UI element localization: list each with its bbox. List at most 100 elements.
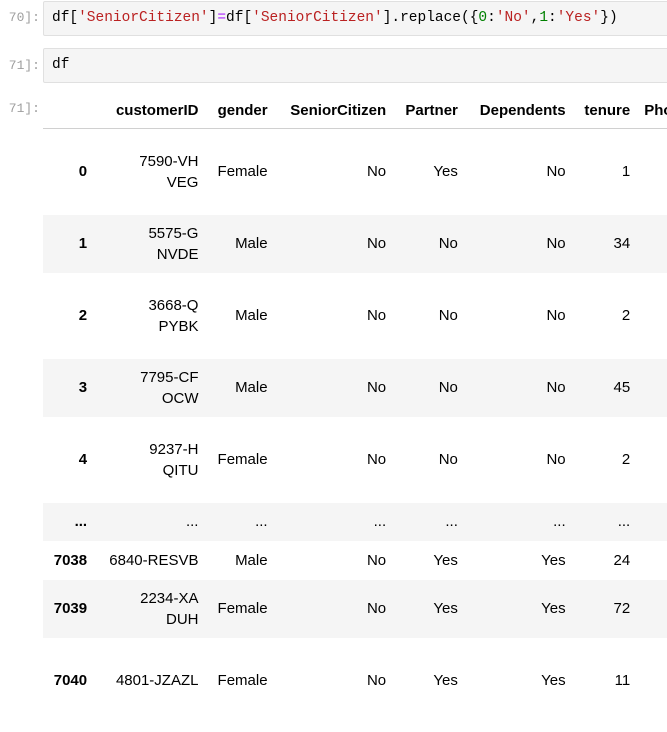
column-header: gender: [205, 92, 275, 129]
table-cell: No: [366, 551, 387, 569]
table-cell: 45: [613, 379, 631, 396]
table-row: 2 3668-QPYBK Male No No No 2: [43, 273, 667, 359]
table-cell: ...: [553, 513, 566, 530]
code-cell-df[interactable]: df: [43, 48, 667, 83]
table-cell: ...: [617, 513, 631, 530]
code-cell-replace[interactable]: df['SeniorCitizen']=df['SeniorCitizen'].…: [43, 1, 667, 36]
table-row: 1 5575-GNVDE Male No No No 34: [43, 214, 667, 273]
code-token: 'SeniorCitizen': [78, 10, 209, 26]
column-header: Pho: [637, 92, 667, 129]
table-cell: 11: [614, 672, 631, 689]
table-cell: Female: [217, 451, 268, 468]
output-prompt-71: 71]:: [8, 101, 40, 116]
table-cell: Yes: [541, 600, 566, 617]
table-cell: Female: [217, 600, 268, 617]
customer-id: 7590-VHVEG: [139, 152, 199, 191]
table-cell: 1: [621, 163, 631, 181]
table-cell: No: [438, 379, 458, 396]
row-index: 7039: [53, 600, 88, 617]
customer-id: 3668-QPYBK: [148, 296, 199, 335]
row-index: 7040: [53, 672, 88, 689]
table-cell: No: [546, 235, 566, 252]
code-token: 'No': [495, 10, 531, 26]
table-cell: [637, 580, 667, 638]
table-cell: No: [546, 451, 566, 468]
customer-id: 5575-GNVDE: [148, 224, 199, 263]
table-row: 7039 2234-XADUH Female No Yes Yes 72: [43, 579, 667, 638]
table-cell: Female: [217, 163, 268, 181]
table-cell: ...: [255, 513, 268, 530]
code-token: }): [600, 10, 618, 26]
table-row: 3 7795-CFOCW Male No No No 45: [43, 358, 667, 417]
table-cell: [637, 638, 667, 724]
table-cell: 24: [613, 551, 631, 569]
table-cell: ...: [373, 513, 387, 530]
table-cell: 72: [613, 600, 631, 617]
index-header: [43, 92, 95, 129]
table-cell: Male: [235, 379, 268, 396]
table-cell: Yes: [433, 551, 458, 569]
row-index: 7038: [53, 551, 88, 569]
table-cell: [637, 273, 667, 359]
table-cell: 9237-HQITU: [94, 417, 205, 503]
row-index: 3: [78, 379, 88, 396]
table-cell: No: [546, 379, 566, 396]
table-cell: [637, 541, 667, 580]
table-cell: Male: [235, 307, 268, 324]
code-token: ].replace({: [382, 10, 479, 26]
table-cell: No: [366, 600, 387, 617]
table-header-row: customerID gender SeniorCitizen Partner Depe…: [43, 92, 667, 129]
row-index: 4: [78, 451, 88, 468]
table-cell: No: [438, 451, 458, 468]
cell-prompt-71: 71]:: [8, 58, 40, 73]
table-cell: No: [366, 672, 387, 689]
table-cell: 6840-RESVB: [109, 551, 199, 569]
cell-prompt-70: 70]:: [8, 10, 40, 25]
column-header: SeniorCitizen: [274, 92, 394, 129]
row-index: ...: [74, 513, 88, 530]
table-cell: No: [546, 163, 566, 181]
customer-id: 9237-HQITU: [149, 440, 199, 479]
row-index: 0: [78, 163, 88, 181]
table-cell: 2: [621, 451, 631, 468]
table-row: 7040 4801-JZAZL Female No Yes Yes 11: [43, 638, 667, 724]
code-token: 1: [539, 10, 549, 26]
table-cell: [637, 417, 667, 503]
code-token: =: [217, 10, 227, 26]
dataframe-table: customerID gender SeniorCitizen Partner Depe…: [43, 92, 667, 724]
table-cell: No: [366, 235, 387, 252]
table-cell: 2: [621, 307, 631, 324]
table-cell: No: [366, 163, 387, 181]
code-token: 'Yes': [556, 10, 601, 26]
table-cell: [637, 129, 667, 215]
table-cell: No: [546, 307, 566, 324]
table-cell: 34: [613, 235, 631, 252]
table-cell: Yes: [541, 672, 566, 689]
column-header: customerID: [94, 92, 206, 129]
code-token: df[: [226, 10, 253, 26]
table-cell: Female: [217, 672, 268, 689]
table-cell: [637, 215, 667, 273]
code-token: 'SeniorCitizen': [252, 10, 383, 26]
table-cell: 4801-JZAZL: [115, 672, 199, 689]
code-token: :: [487, 10, 496, 26]
table-cell: No: [366, 379, 387, 396]
table-cell: [637, 359, 667, 417]
table-cell: No: [366, 307, 387, 324]
table-cell: 5575-GNVDE: [94, 215, 205, 273]
table-cell: [637, 503, 667, 541]
table-cell: Yes: [433, 672, 458, 689]
table-row: .....................: [43, 502, 667, 541]
customer-id: 7795-CFOCW: [140, 368, 199, 407]
table-cell: Yes: [541, 551, 566, 569]
customer-id: 2234-XADUH: [140, 589, 199, 628]
table-row: 4 9237-HQITU Female No No No 2: [43, 417, 667, 503]
table-cell: Male: [235, 551, 268, 569]
table-row: 0 7590-VHVEG Female No Yes No 1: [43, 129, 667, 215]
table-cell: No: [438, 307, 458, 324]
table-cell: 2234-XADUH: [94, 580, 205, 638]
table-cell: No: [366, 451, 387, 468]
column-header: Partner: [393, 92, 465, 129]
table-cell: 3668-QPYBK: [94, 273, 205, 359]
table-cell: Male: [235, 235, 268, 252]
